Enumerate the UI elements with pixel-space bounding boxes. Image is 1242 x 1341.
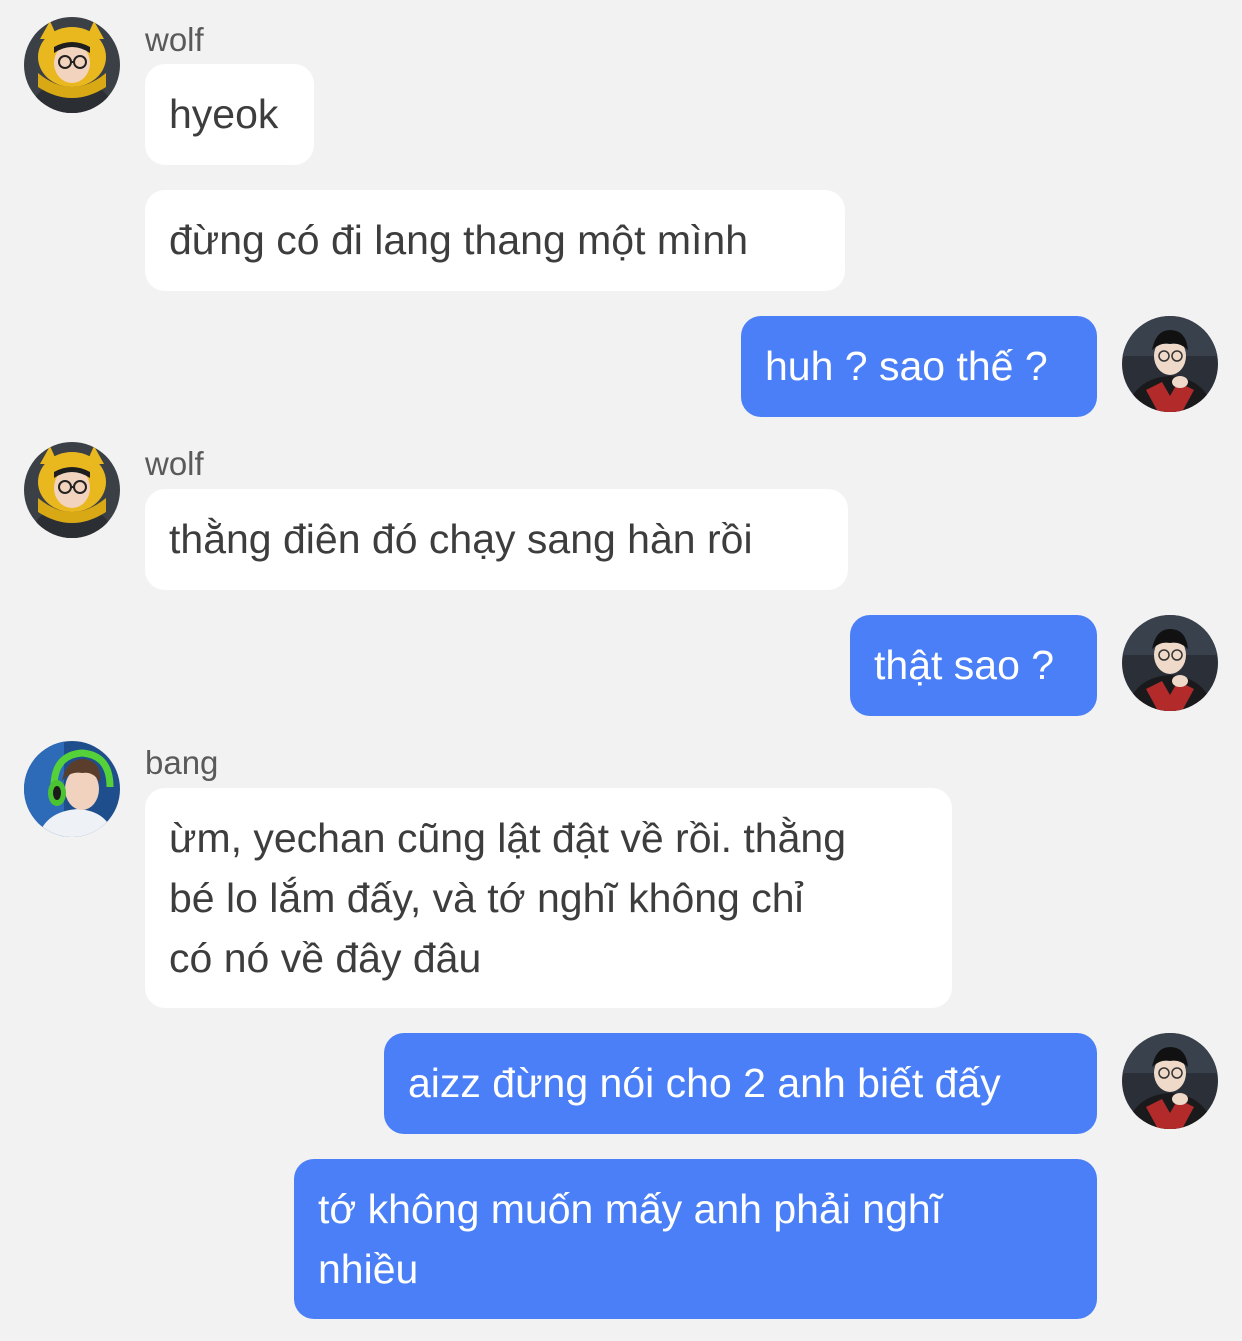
message-bubble-incoming[interactable]: thằng điên đó chạy sang hàn rồi (145, 489, 848, 590)
avatar-self[interactable] (1122, 615, 1218, 711)
message-bubble-incoming[interactable]: ừm, yechan cũng lật đật về rồi. thằng bé… (145, 788, 952, 1008)
avatar-self[interactable] (1122, 316, 1218, 412)
sender-name-wolf: wolf (145, 445, 204, 482)
avatar-self-image (1122, 1033, 1218, 1129)
avatar-wolf-image (24, 442, 120, 538)
sender-name-bang: bang (145, 744, 219, 781)
message-bubble-incoming[interactable]: hyeok (145, 64, 314, 165)
avatar-self-image (1122, 316, 1218, 412)
avatar-self-image (1122, 615, 1218, 711)
message-bubble-incoming[interactable]: đừng có đi lang thang một mình (145, 190, 845, 291)
message-bubble-outgoing[interactable]: huh ? sao thế ? (741, 316, 1097, 417)
message-bubble-outgoing[interactable]: thật sao ? (850, 615, 1097, 716)
sender-name-wolf: wolf (145, 21, 204, 58)
message-bubble-outgoing[interactable]: aizz đừng nói cho 2 anh biết đấy (384, 1033, 1097, 1134)
avatar-wolf-image (24, 17, 120, 113)
avatar-bang-image (24, 741, 120, 837)
avatar-wolf[interactable] (24, 17, 120, 113)
message-bubble-outgoing[interactable]: tớ không muốn mấy anh phải nghĩ nhiều (294, 1159, 1097, 1319)
avatar-wolf[interactable] (24, 442, 120, 538)
avatar-self[interactable] (1122, 1033, 1218, 1129)
avatar-bang[interactable] (24, 741, 120, 837)
